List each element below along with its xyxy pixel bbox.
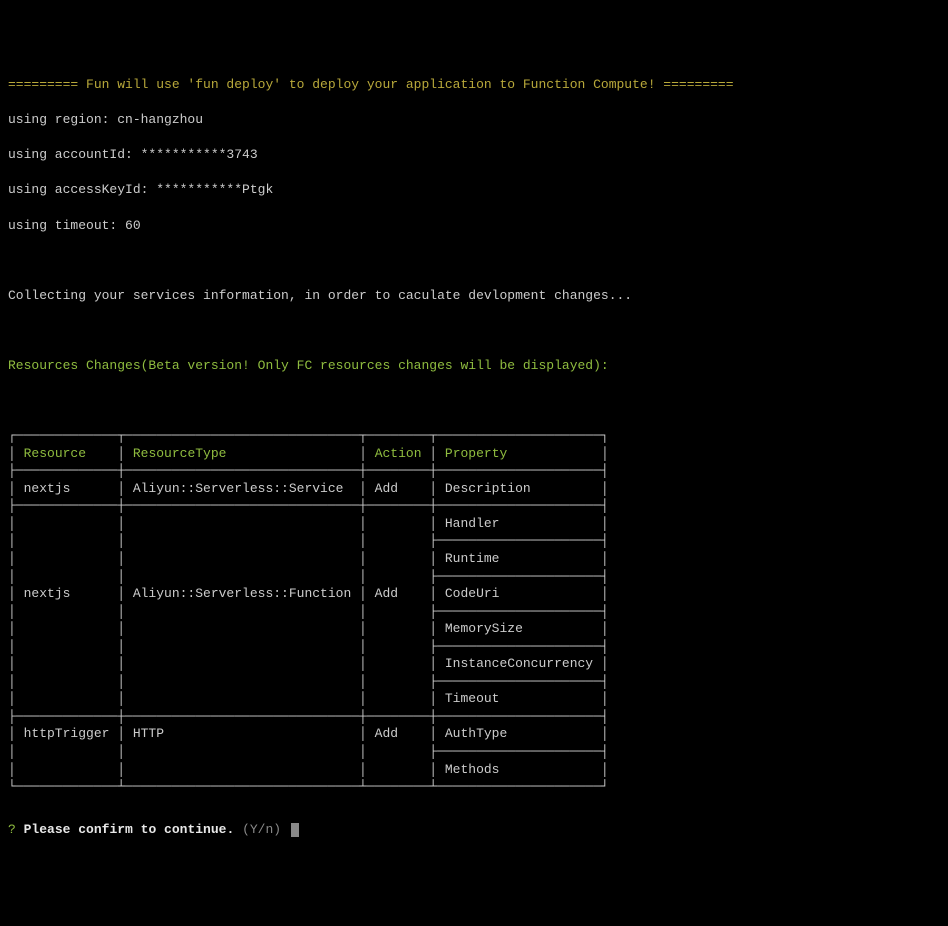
resources-table: ┌─────────────┬─────────────────────────… [8,427,940,795]
config-timeout: using timeout: 60 [8,217,940,235]
table-row: │ │ │ ├─────────────────────┤ [8,603,940,621]
prompt-qmark: ? [8,822,16,837]
table-row: ├─────────────┼─────────────────────────… [8,462,940,480]
config-account: using accountId: ***********3743 [8,146,940,164]
cursor-icon [291,823,299,837]
table-row: └─────────────┴─────────────────────────… [8,778,940,796]
table-row: │ │ │ ├─────────────────────┤ [8,532,940,550]
table-row: │ nextjs │ Aliyun::Serverless::Service │… [8,480,940,498]
table-row: │ │ │ ├─────────────────────┤ [8,673,940,691]
table-row: │ │ │ │ Runtime │ [8,550,940,568]
resources-changes-header: Resources Changes(Beta version! Only FC … [8,357,940,375]
table-row: │ │ │ ├─────────────────────┤ [8,743,940,761]
table-row: │ │ │ │ Timeout │ [8,690,940,708]
config-accesskey: using accessKeyId: ***********Ptgk [8,181,940,199]
table-row: │ nextjs │ Aliyun::Serverless::Function … [8,585,940,603]
table-row: │ │ │ ├─────────────────────┤ [8,568,940,586]
table-row: │ │ │ ├─────────────────────┤ [8,638,940,656]
blank-line [8,252,940,270]
table-row: │ │ │ │ Handler │ [8,515,940,533]
banner-line: ========= Fun will use 'fun deploy' to d… [8,76,940,94]
table-row: ├─────────────┼─────────────────────────… [8,497,940,515]
collecting-line: Collecting your services information, in… [8,287,940,305]
blank-line [8,392,940,410]
table-row: │ │ │ │ InstanceConcurrency │ [8,655,940,673]
table-row: │ httpTrigger │ HTTP │ Add │ AuthType │ [8,725,940,743]
prompt-hint: (Y/n) [242,822,281,837]
blank-line [8,322,940,340]
config-region: using region: cn-hangzhou [8,111,940,129]
table-row: ┌─────────────┬─────────────────────────… [8,427,940,445]
table-row: │ │ │ │ Methods │ [8,761,940,779]
table-row: │ Resource │ ResourceType │ Action │ Pro… [8,445,940,463]
confirm-prompt[interactable]: ? Please confirm to continue. (Y/n) [8,821,940,839]
table-row: ├─────────────┼─────────────────────────… [8,708,940,726]
prompt-text: Please confirm to continue. [24,822,235,837]
table-row: │ │ │ │ MemorySize │ [8,620,940,638]
